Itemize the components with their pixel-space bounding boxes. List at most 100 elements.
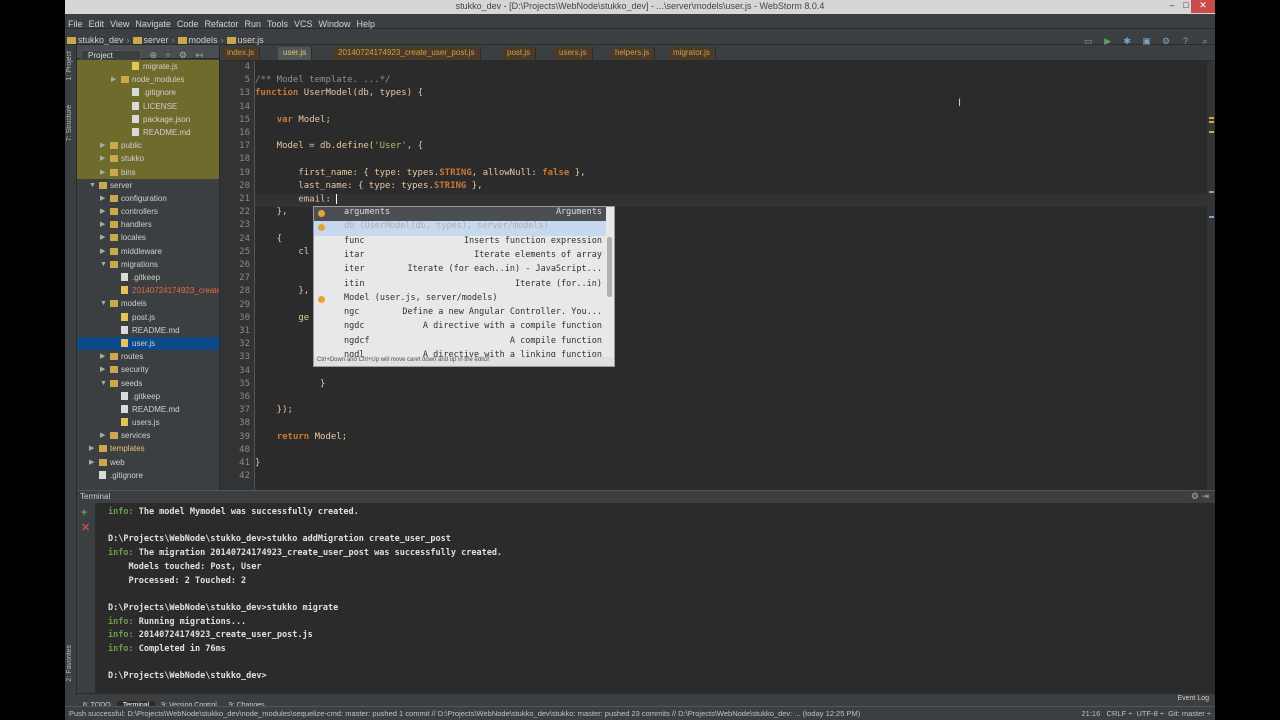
breadcrumb-item[interactable]: stukko_dev bbox=[65, 34, 126, 45]
tree-item[interactable]: ▶ services bbox=[77, 429, 219, 442]
chevron-down-icon[interactable]: ▼ bbox=[100, 297, 107, 310]
menu-item-window[interactable]: Window bbox=[316, 17, 354, 29]
tree-item[interactable]: README.md bbox=[77, 324, 219, 337]
tree-item[interactable]: post.js bbox=[77, 311, 219, 324]
chevron-right-icon[interactable]: ▶ bbox=[100, 429, 105, 442]
tree-item[interactable]: ▶ controllers bbox=[77, 205, 219, 218]
chevron-down-icon[interactable]: ▼ bbox=[100, 377, 107, 390]
structure-tool-tab[interactable]: 7: Structure bbox=[66, 105, 76, 141]
tab-users-js[interactable]: users.js bbox=[554, 47, 593, 60]
menu-item-navigate[interactable]: Navigate bbox=[132, 17, 174, 29]
chevron-right-icon[interactable]: ▶ bbox=[100, 363, 105, 376]
autocomplete-item[interactable]: func Inserts function expression bbox=[314, 236, 606, 250]
status-message[interactable]: Push successful: D:\Projects\WebNode\stu… bbox=[69, 709, 860, 718]
vcs-branch[interactable]: Git: master ÷ bbox=[1168, 709, 1211, 718]
tab-helpers-js[interactable]: helpers.js bbox=[610, 47, 656, 60]
tree-item[interactable]: migrate.js bbox=[77, 60, 219, 74]
menu-item-tools[interactable]: Tools bbox=[264, 17, 291, 29]
autocomplete-popup[interactable]: arguments Arguments db (UserModel(db, type… bbox=[313, 206, 615, 367]
tree-item[interactable]: README.md bbox=[77, 403, 219, 416]
tab-20140724174923_create_user_post-js[interactable]: 20140724174923_create_user_post.js bbox=[333, 47, 481, 60]
terminal-panel[interactable]: + ✕ info: The model Mymodel was successf… bbox=[77, 503, 1215, 693]
menu-item-vcs[interactable]: VCS bbox=[291, 17, 316, 29]
menu-item-refactor[interactable]: Refactor bbox=[201, 17, 241, 29]
tree-item[interactable]: ▼ seeds bbox=[77, 377, 219, 390]
tree-item[interactable]: ▶ web bbox=[77, 456, 219, 469]
tree-item[interactable]: ▶ security bbox=[77, 363, 219, 376]
menu-item-run[interactable]: Run bbox=[241, 17, 264, 29]
breadcrumb-item[interactable]: user.js bbox=[225, 34, 266, 45]
tab-migrator-js[interactable]: migrator.js bbox=[668, 47, 716, 60]
chevron-right-icon[interactable]: ▶ bbox=[100, 192, 105, 205]
tree-item[interactable]: ▶ bins bbox=[77, 165, 219, 179]
tree-item[interactable]: ▶ configuration bbox=[77, 192, 219, 205]
menu-item-edit[interactable]: Edit bbox=[86, 17, 108, 29]
autocomplete-item[interactable]: itar Iterate elements of array bbox=[314, 250, 606, 264]
caret-position[interactable]: 21:16 bbox=[1081, 709, 1100, 718]
tree-item-label: bins bbox=[121, 167, 136, 177]
tree-item[interactable]: ▼ server bbox=[77, 179, 219, 192]
autocomplete-item[interactable]: itin Iterate (for..in) bbox=[314, 279, 606, 293]
chevron-right-icon[interactable]: ▶ bbox=[100, 205, 105, 218]
menu-item-file[interactable]: File bbox=[65, 17, 86, 29]
favorites-tool-tab[interactable]: 2: Favorites bbox=[66, 645, 76, 682]
tree-item[interactable]: LICENSE bbox=[77, 99, 219, 113]
tree-item[interactable]: package.json bbox=[77, 112, 219, 126]
chevron-down-icon[interactable]: ▼ bbox=[89, 179, 96, 192]
tree-item[interactable]: ▶ routes bbox=[77, 350, 219, 363]
chevron-right-icon[interactable]: ▶ bbox=[100, 166, 105, 179]
project-tool-tab[interactable]: 1: Project bbox=[66, 51, 76, 81]
tree-item[interactable]: ▶ handlers bbox=[77, 218, 219, 231]
menu-item-help[interactable]: Help bbox=[354, 17, 379, 29]
autocomplete-item[interactable]: ngdc A directive with a compile function bbox=[314, 321, 606, 335]
tree-item[interactable]: user.js bbox=[77, 336, 219, 351]
autocomplete-item[interactable]: arguments Arguments bbox=[314, 207, 606, 222]
autocomplete-scrollbar[interactable] bbox=[607, 237, 612, 297]
new-session-icon[interactable]: + bbox=[81, 507, 87, 519]
chevron-down-icon[interactable]: ▼ bbox=[100, 258, 107, 271]
file-encoding[interactable]: UTF-8 ÷ bbox=[1137, 709, 1164, 718]
tree-item[interactable]: .gitignore bbox=[77, 469, 219, 482]
close-session-icon[interactable]: ✕ bbox=[81, 521, 90, 534]
menu-item-code[interactable]: Code bbox=[174, 17, 202, 29]
tree-item[interactable]: .gitkeep bbox=[77, 390, 219, 403]
tree-item[interactable]: ▶ public bbox=[77, 139, 219, 153]
chevron-right-icon[interactable]: ▶ bbox=[100, 139, 105, 152]
chevron-right-icon[interactable]: ▶ bbox=[100, 218, 105, 231]
chevron-right-icon[interactable]: ▶ bbox=[89, 442, 94, 455]
autocomplete-item[interactable]: db (UserModel(db, types), server/models) bbox=[314, 221, 606, 236]
tab-post-js[interactable]: post.js bbox=[502, 47, 537, 60]
close-icon[interactable]: ✕ bbox=[1191, 0, 1215, 13]
chevron-right-icon[interactable]: ▶ bbox=[100, 231, 105, 244]
menu-item-view[interactable]: View bbox=[107, 17, 132, 29]
breadcrumb-item[interactable]: server bbox=[131, 34, 171, 45]
tree-item[interactable]: 20140724174923_create_user_post.js bbox=[77, 284, 219, 297]
tree-item[interactable]: ▶ templates bbox=[77, 442, 219, 455]
terminal-line: D:\Projects\WebNode\stukko_dev> bbox=[108, 671, 267, 681]
chevron-right-icon[interactable]: ▶ bbox=[100, 245, 105, 258]
tab-index-js[interactable]: index.js bbox=[222, 47, 261, 60]
autocomplete-item[interactable]: ngc Define a new Angular Controller. You.… bbox=[314, 307, 606, 321]
line-separator[interactable]: CRLF ÷ bbox=[1107, 709, 1133, 718]
chevron-right-icon[interactable]: ▶ bbox=[89, 456, 94, 469]
tree-item[interactable]: .gitignore bbox=[77, 86, 219, 100]
breadcrumb-item[interactable]: models bbox=[176, 34, 220, 45]
chevron-right-icon[interactable]: ▶ bbox=[100, 152, 105, 165]
tree-item[interactable]: ▼ models bbox=[77, 297, 219, 310]
autocomplete-item[interactable]: Model (user.js, server/models) bbox=[314, 293, 606, 307]
tree-item[interactable]: ▶ middleware bbox=[77, 245, 219, 258]
autocomplete-item[interactable]: iter Iterate (for each..in) - JavaScript.… bbox=[314, 264, 606, 278]
tree-item[interactable]: ▼ migrations bbox=[77, 258, 219, 271]
tab-user-js[interactable]: user.js bbox=[278, 47, 313, 60]
chevron-right-icon[interactable]: ▶ bbox=[111, 73, 116, 86]
chevron-right-icon[interactable]: ▶ bbox=[100, 350, 105, 363]
tree-item[interactable]: ▶ node_modules bbox=[77, 73, 219, 87]
autocomplete-item[interactable]: ngdcf A compile function bbox=[314, 336, 606, 350]
tree-item[interactable]: README.md bbox=[77, 125, 219, 140]
tree-item[interactable]: users.js bbox=[77, 416, 219, 429]
tree-item[interactable]: ▶ locales bbox=[77, 231, 219, 244]
event-log-tab[interactable]: Event Log bbox=[1177, 695, 1209, 702]
terminal-settings-icon[interactable]: ⚙ ⇥ bbox=[1191, 491, 1209, 502]
tree-item[interactable]: ▶ stukko bbox=[77, 152, 219, 166]
tree-item[interactable]: .gitkeep bbox=[77, 271, 219, 284]
